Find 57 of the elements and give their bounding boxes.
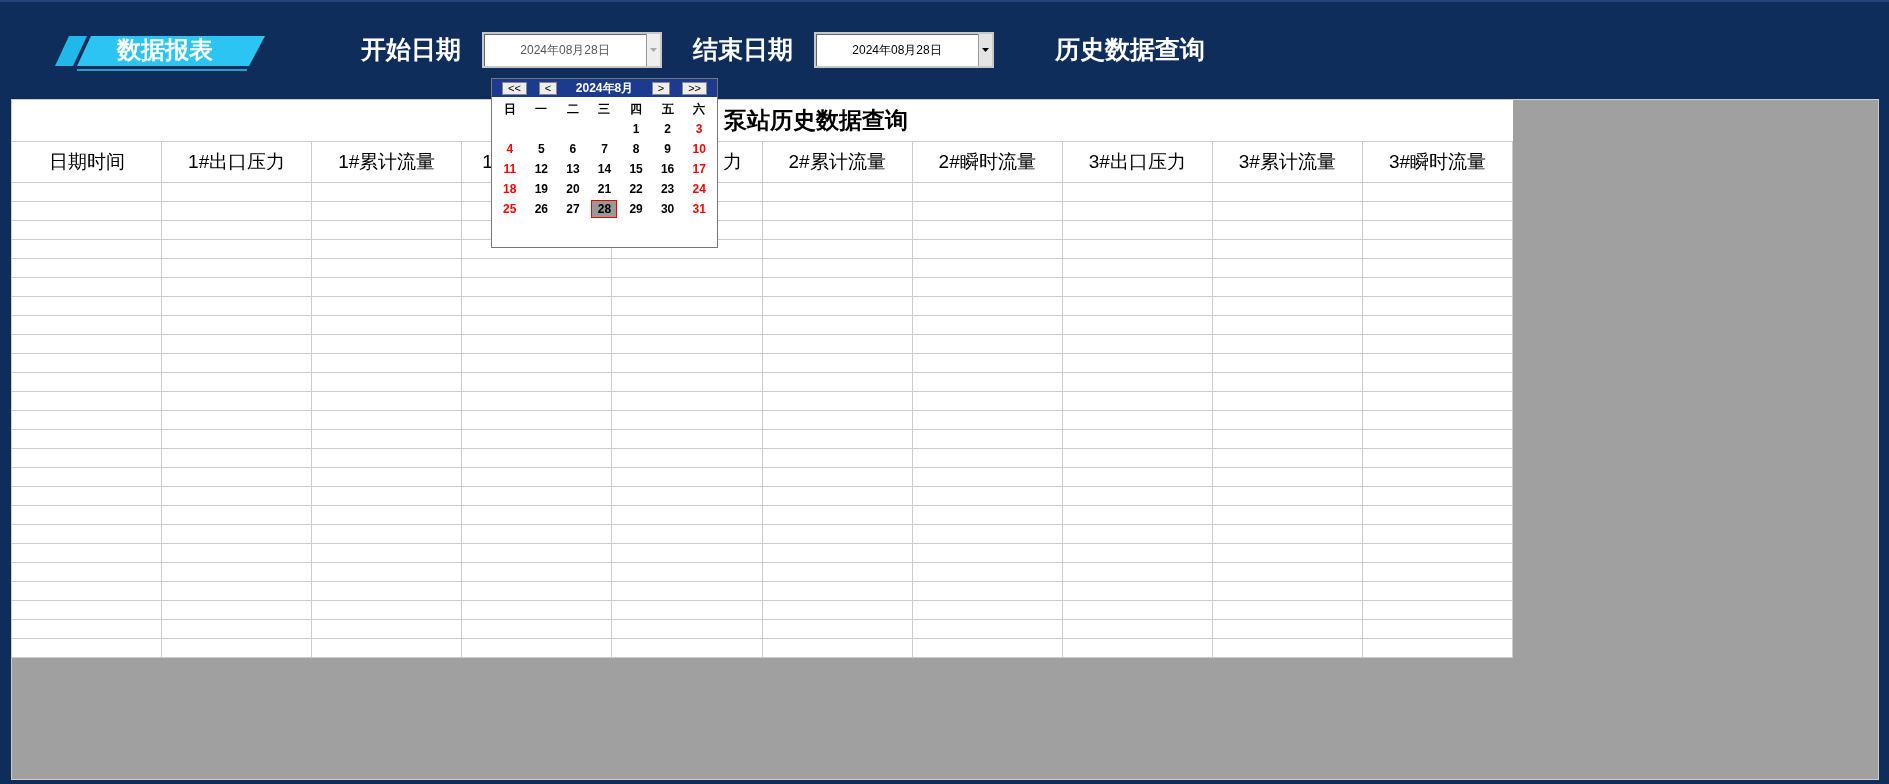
calendar-day[interactable]: 3 <box>686 120 713 138</box>
calendar-month: 2024年8月 <box>575 80 634 97</box>
caret-icon[interactable] <box>978 33 992 66</box>
table-title: 泵站历史数据查询 <box>724 106 908 136</box>
calendar-nav-button[interactable]: << <box>502 81 527 95</box>
weekday-label: 三 <box>597 101 612 118</box>
calendar-day[interactable]: 5 <box>528 140 555 158</box>
calendar-day[interactable]: 8 <box>623 140 650 158</box>
calendar-day[interactable]: 27 <box>559 200 586 218</box>
column-header: 3#出口压力 <box>1062 142 1213 183</box>
calendar-day[interactable]: 13 <box>559 160 586 178</box>
calendar-day[interactable]: 10 <box>686 140 713 158</box>
calendar-day[interactable]: 30 <box>654 200 681 218</box>
column-header: 3#累计流量 <box>1212 142 1363 183</box>
column-header: 2#瞬时流量 <box>912 142 1063 183</box>
calendar-day[interactable]: 22 <box>623 180 650 198</box>
weekday-label: 五 <box>660 101 675 118</box>
date-dropdown[interactable]: 2024年08月28日 <box>814 31 994 68</box>
history-query-button[interactable]: 历史数据查询 <box>1055 30 1205 69</box>
column-header: 3#瞬时流量 <box>1362 142 1513 183</box>
calendar-day[interactable]: 16 <box>654 160 681 178</box>
weekday-label: 四 <box>629 101 644 118</box>
calendar-day[interactable]: 19 <box>528 180 555 198</box>
calendar-nav-button[interactable]: > <box>651 81 671 95</box>
calendar-day[interactable]: 25 <box>496 200 523 218</box>
calendar-day[interactable]: 17 <box>686 160 713 178</box>
calendar-day[interactable]: 23 <box>654 180 681 198</box>
calendar-day[interactable]: 15 <box>623 160 650 178</box>
calendar-day[interactable]: 31 <box>686 200 713 218</box>
calendar-nav-button[interactable]: >> <box>682 81 707 95</box>
date-dropdown[interactable]: 2024年08月28日 <box>482 31 662 68</box>
badge-text: 数据报表 <box>117 34 213 65</box>
calendar-day[interactable]: 12 <box>528 160 555 178</box>
column-header: 1#累计流量 <box>312 142 463 183</box>
column-header: 1#出口压力 <box>162 142 313 183</box>
calendar-nav-button[interactable]: < <box>538 81 558 95</box>
calendar-day[interactable]: 9 <box>654 140 681 158</box>
weekday-label: 二 <box>565 101 580 118</box>
column-header: 2#累计流量 <box>762 142 913 183</box>
end-date-label: 结束日期 <box>693 33 793 65</box>
calendar-day[interactable]: 6 <box>559 140 586 158</box>
weekday-label: 一 <box>534 101 549 118</box>
calendar-day[interactable]: 20 <box>559 180 586 198</box>
calendar-day[interactable]: 29 <box>623 200 650 218</box>
weekday-label: 六 <box>692 101 707 118</box>
calendar-day[interactable]: 26 <box>528 200 555 218</box>
calendar-day[interactable]: 1 <box>623 120 650 138</box>
calendar-day[interactable]: 24 <box>686 180 713 198</box>
weekday-label: 日 <box>502 101 517 118</box>
start-date-label: 开始日期 <box>361 33 461 65</box>
calendar-day[interactable]: 2 <box>654 120 681 138</box>
calendar-day[interactable]: 21 <box>591 180 618 198</box>
calendar-day[interactable]: 11 <box>496 160 523 178</box>
column-header: 日期时间 <box>12 142 163 183</box>
calendar-day[interactable]: 18 <box>496 180 523 198</box>
calendar-day[interactable]: 28 <box>591 200 618 218</box>
calendar-day[interactable]: 4 <box>496 140 523 158</box>
